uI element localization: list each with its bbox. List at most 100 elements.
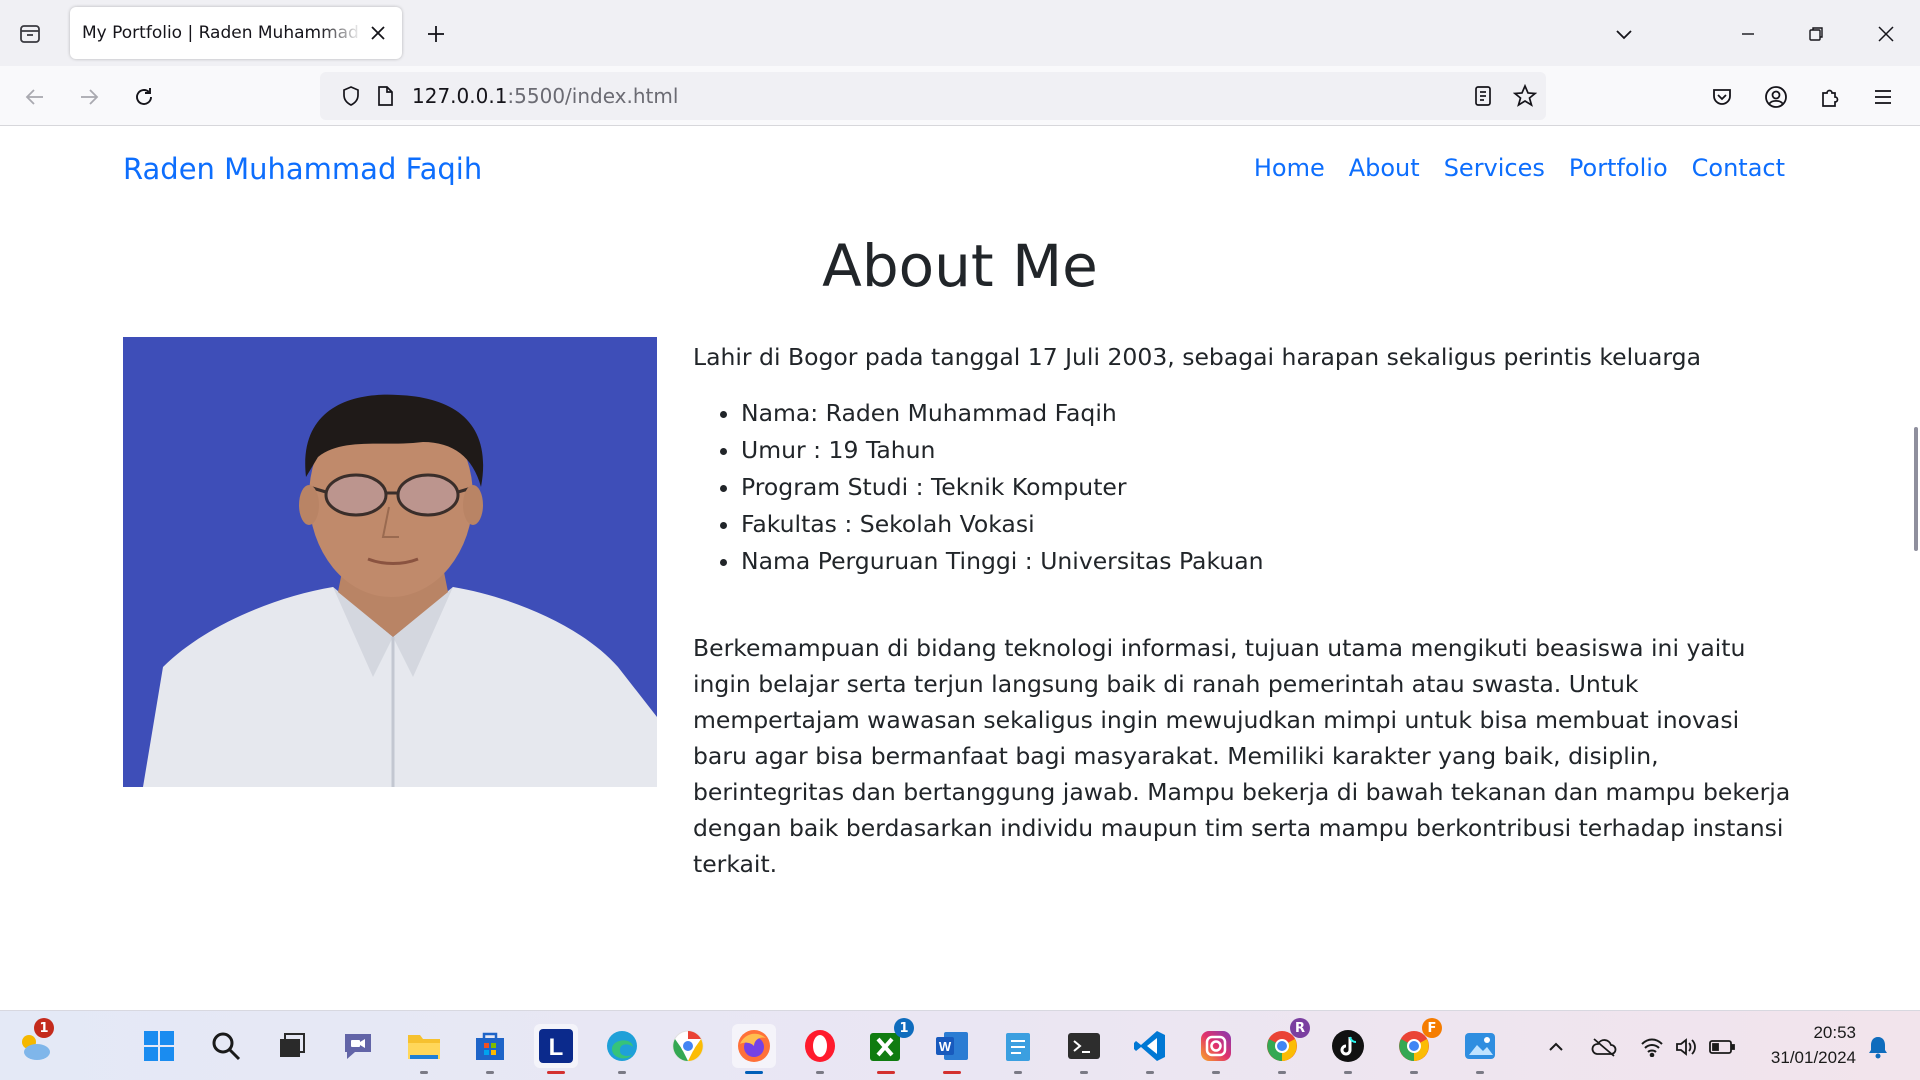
- running-indicator: [486, 1071, 494, 1074]
- account-icon[interactable]: [1759, 80, 1793, 114]
- start-windows-icon[interactable]: [137, 1024, 181, 1068]
- close-tab-icon[interactable]: [366, 21, 390, 45]
- battery-icon[interactable]: [1708, 1033, 1736, 1061]
- running-indicator: [1278, 1071, 1286, 1074]
- running-indicator: [1080, 1071, 1088, 1074]
- nav-services-link[interactable]: Services: [1444, 154, 1545, 182]
- new-tab-icon[interactable]: [420, 18, 452, 50]
- show-hidden-icons-chevron-icon[interactable]: [1542, 1033, 1570, 1061]
- detail-item-fakultas: Fakultas : Sekolah Vokasi: [741, 506, 1793, 543]
- nav-about-link[interactable]: About: [1349, 154, 1420, 182]
- site-nav: Home About Services Portfolio Contact: [1254, 154, 1785, 182]
- url-path: :5500/index.html: [507, 84, 679, 108]
- search-icon[interactable]: [204, 1024, 248, 1068]
- svg-text:L: L: [549, 1034, 564, 1061]
- site-brand-link[interactable]: Raden Muhammad Faqih: [123, 152, 482, 186]
- bookmark-star-icon[interactable]: [1508, 79, 1542, 113]
- browser-tab-active[interactable]: My Portfolio | Raden Muhammad Faqih: [70, 7, 402, 59]
- system-clock[interactable]: 20:53 31/01/2024: [1756, 1020, 1856, 1070]
- notepad-icon[interactable]: [996, 1024, 1040, 1074]
- running-indicator: [1212, 1071, 1220, 1074]
- detail-item-umur: Umur : 19 Tahun: [741, 432, 1793, 469]
- photos-icon[interactable]: [1458, 1024, 1502, 1074]
- clock-date: 31/01/2024: [1770, 1048, 1856, 1067]
- running-indicator: [816, 1071, 824, 1074]
- teams-chat-icon[interactable]: [336, 1024, 380, 1068]
- tiktok-icon[interactable]: [1326, 1024, 1370, 1074]
- browser-toolbar: 127.0.0.1:5500/index.html: [0, 66, 1920, 126]
- about-intro: Lahir di Bogor pada tanggal 17 Juli 2003…: [693, 343, 1701, 371]
- detail-item-program-studi: Program Studi : Teknik Komputer: [741, 469, 1793, 506]
- file-explorer-icon[interactable]: [402, 1024, 446, 1074]
- about-heading: About Me: [822, 232, 1098, 300]
- shield-icon[interactable]: [334, 79, 368, 113]
- nav-contact-link[interactable]: Contact: [1692, 154, 1785, 182]
- clock-time: 20:53: [1813, 1023, 1856, 1042]
- url-host: 127.0.0.1: [412, 84, 508, 108]
- detail-item-perguruan-tinggi: Nama Perguruan Tinggi : Universitas Paku…: [741, 543, 1793, 580]
- back-arrow-icon[interactable]: [18, 80, 52, 114]
- about-details-list: Nama: Raden Muhammad Faqih Umur : 19 Tah…: [693, 395, 1793, 580]
- google-chrome-white-icon[interactable]: [666, 1024, 710, 1068]
- firefox-icon[interactable]: [732, 1024, 776, 1074]
- microsoft-store-icon[interactable]: [468, 1024, 512, 1074]
- page-icon[interactable]: [368, 79, 402, 113]
- nav-home-link[interactable]: Home: [1254, 154, 1325, 182]
- running-indicator: [745, 1071, 763, 1074]
- word-icon[interactable]: W: [930, 1024, 974, 1074]
- volume-icon[interactable]: [1672, 1033, 1700, 1061]
- edge-icon[interactable]: [600, 1024, 644, 1074]
- pocket-icon[interactable]: [1705, 80, 1739, 114]
- restore-icon[interactable]: [1796, 14, 1836, 54]
- xbox-badge: 1: [894, 1018, 914, 1038]
- minimize-icon[interactable]: [1728, 14, 1768, 54]
- nav-portfolio-link[interactable]: Portfolio: [1569, 154, 1668, 182]
- weather-widget-icon[interactable]: 1: [12, 1018, 56, 1068]
- svg-text:W: W: [939, 1039, 952, 1054]
- profile-photo: [123, 337, 657, 787]
- running-indicator: [1410, 1071, 1418, 1074]
- tab-title: My Portfolio | Raden Muhammad Faqih: [82, 23, 362, 43]
- close-window-icon[interactable]: [1866, 14, 1906, 54]
- reader-view-icon[interactable]: [1466, 79, 1500, 113]
- vscode-icon[interactable]: [1128, 1024, 1172, 1074]
- task-view-icon[interactable]: [270, 1024, 314, 1068]
- browser-tab-bar: My Portfolio | Raden Muhammad Faqih: [0, 0, 1920, 66]
- opera-icon[interactable]: [798, 1024, 842, 1074]
- list-all-tabs-chevron-icon[interactable]: [1604, 14, 1644, 54]
- chrome-profile-f-badge: F: [1422, 1018, 1442, 1038]
- running-indicator: [1476, 1071, 1484, 1074]
- chrome-profile-r-badge: R: [1290, 1018, 1310, 1038]
- reload-icon[interactable]: [127, 80, 161, 114]
- running-indicator: [1014, 1071, 1022, 1074]
- chrome-profile-f-icon[interactable]: F: [1392, 1018, 1442, 1074]
- url-text[interactable]: 127.0.0.1:5500/index.html: [412, 84, 678, 108]
- running-indicator: [420, 1071, 428, 1074]
- terminal-icon[interactable]: [1062, 1024, 1106, 1074]
- extensions-icon[interactable]: [1813, 80, 1847, 114]
- running-indicator: [877, 1071, 895, 1074]
- running-indicator: [547, 1071, 565, 1074]
- windows-taskbar: 1 L 1 W R F 20:53 31/01/2024: [0, 1010, 1920, 1080]
- l-app-icon[interactable]: L: [534, 1024, 578, 1074]
- tab-list-icon[interactable]: [14, 18, 46, 50]
- instagram-icon[interactable]: [1194, 1024, 1238, 1074]
- about-description: Berkemampuan di bidang teknologi informa…: [693, 634, 1791, 878]
- web-page: Raden Muhammad Faqih Home About Services…: [0, 127, 1920, 1010]
- running-indicator: [1344, 1071, 1352, 1074]
- xbox-icon[interactable]: 1: [864, 1018, 914, 1074]
- about-content: Lahir di Bogor pada tanggal 17 Juli 2003…: [693, 339, 1793, 882]
- address-bar[interactable]: 127.0.0.1:5500/index.html: [320, 72, 1546, 120]
- running-indicator: [1146, 1071, 1154, 1074]
- running-indicator: [618, 1071, 626, 1074]
- detail-item-nama: Nama: Raden Muhammad Faqih: [741, 395, 1793, 432]
- forward-arrow-icon[interactable]: [72, 80, 106, 114]
- onedrive-cloud-icon[interactable]: [1590, 1033, 1618, 1061]
- notification-bell-icon[interactable]: [1864, 1033, 1892, 1061]
- menu-hamburger-icon[interactable]: [1866, 80, 1900, 114]
- running-indicator: [943, 1071, 961, 1074]
- page-scrollbar[interactable]: [1914, 427, 1918, 551]
- weather-badge: 1: [34, 1018, 54, 1038]
- chrome-profile-r-icon[interactable]: R: [1260, 1018, 1310, 1074]
- wifi-icon[interactable]: [1638, 1033, 1666, 1061]
